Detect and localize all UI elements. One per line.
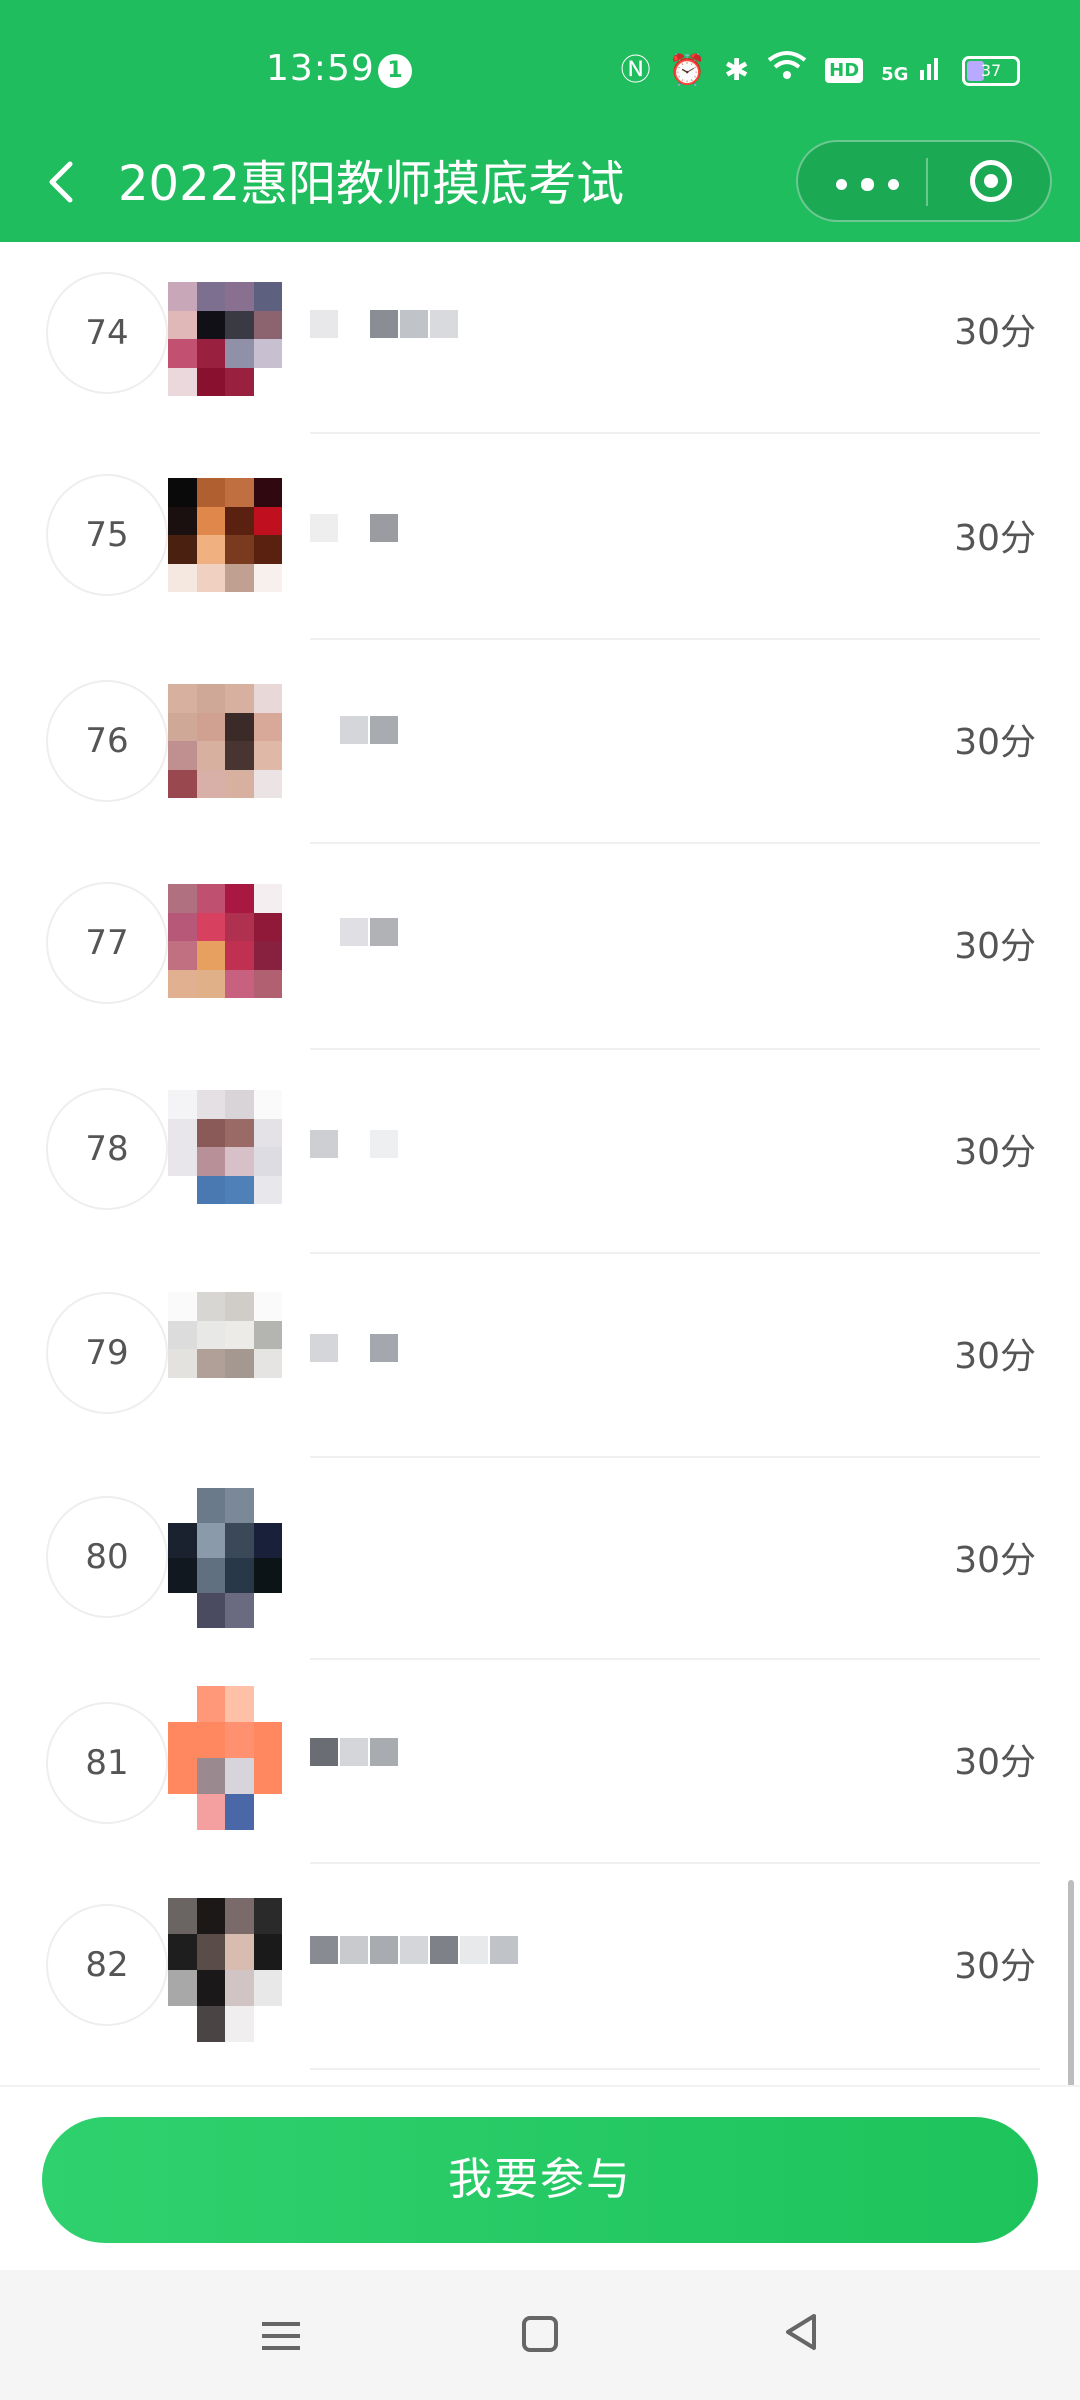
hd-badge: HD	[825, 58, 864, 83]
avatar	[168, 1292, 282, 1406]
score-label: 30分	[954, 1742, 1036, 1783]
rank-circle: 82	[46, 1904, 168, 2026]
notification-badge: 1	[378, 54, 412, 88]
status-time: 13:59	[266, 48, 375, 89]
battery-icon: 37	[962, 55, 1020, 86]
list-item: 79 30分	[0, 1262, 1080, 1466]
home-icon[interactable]	[522, 2316, 558, 2352]
blurred-name	[310, 1936, 530, 1966]
scrollbar[interactable]	[1068, 1880, 1074, 2090]
chevron-left-icon[interactable]	[40, 152, 80, 226]
list-item: 75 30分	[0, 446, 1080, 650]
score-label: 30分	[954, 1336, 1036, 1377]
avatar	[168, 684, 282, 798]
more-dots-icon[interactable]	[836, 152, 926, 212]
list-item: 77 30分	[0, 854, 1080, 1058]
blurred-name	[310, 1334, 530, 1364]
bottom-bar: 我要参与	[0, 2085, 1080, 2272]
list-item: 81 30分	[0, 1670, 1080, 1874]
rank-circle: 79	[46, 1292, 168, 1414]
rank-circle: 75	[46, 474, 168, 596]
wifi-icon	[767, 50, 807, 91]
avatar	[168, 1090, 282, 1204]
status-bar: 13:59 1 Ⓝ ⏰ ✱ HD 5G 37	[0, 0, 1080, 140]
blurred-name	[310, 310, 530, 340]
score-label: 30分	[954, 926, 1036, 967]
score-label: 30分	[954, 312, 1036, 353]
avatar	[168, 478, 282, 592]
status-icons: Ⓝ ⏰ ✱ HD 5G 37	[621, 50, 1020, 91]
join-button[interactable]: 我要参与	[42, 2117, 1038, 2243]
system-nav-bar	[0, 2270, 1080, 2400]
back-triangle-icon[interactable]	[780, 2310, 830, 2360]
nfc-icon: Ⓝ	[620, 52, 651, 88]
alarm-icon: ⏰	[668, 52, 706, 88]
score-label: 30分	[954, 1132, 1036, 1173]
page-title: 2022惠阳教师摸底考试	[118, 156, 625, 212]
avatar	[168, 884, 282, 998]
rank-circle: 81	[46, 1702, 168, 1824]
score-label: 30分	[954, 518, 1036, 559]
blurred-name	[310, 716, 530, 746]
score-label: 30分	[954, 1540, 1036, 1581]
target-circle-icon[interactable]	[970, 160, 1012, 202]
list-item: 76 30分	[0, 650, 1080, 854]
blurred-name	[310, 514, 530, 544]
score-label: 30分	[954, 1946, 1036, 1987]
bluetooth-icon: ✱	[723, 52, 750, 88]
battery-percent: 37	[980, 60, 1002, 80]
list-item: 78 30分	[0, 1058, 1080, 1262]
rank-circle: 78	[46, 1088, 168, 1210]
signal-icon: 5G	[881, 51, 944, 91]
avatar	[168, 1898, 282, 2042]
mini-program-capsule	[796, 140, 1052, 222]
rank-circle: 80	[46, 1496, 168, 1618]
app-header: 13:59 1 Ⓝ ⏰ ✱ HD 5G 37 2022惠阳教师摸底考试	[0, 0, 1080, 242]
nav-bar: 2022惠阳教师摸底考试	[0, 140, 1080, 242]
blurred-name	[310, 1738, 530, 1768]
rank-circle: 76	[46, 680, 168, 802]
menu-icon[interactable]	[256, 2310, 306, 2360]
list-item: 82 30分	[0, 1874, 1080, 2078]
score-label: 30分	[954, 722, 1036, 763]
blurred-name	[310, 1130, 530, 1160]
list-item: 80 30分	[0, 1466, 1080, 1670]
rank-circle: 74	[46, 272, 168, 394]
avatar	[168, 1488, 282, 1628]
blurred-name	[310, 918, 530, 948]
network-label: 5G	[881, 63, 909, 85]
avatar	[168, 282, 282, 396]
rank-circle: 77	[46, 882, 168, 1004]
list-item: 74 30分	[0, 242, 1080, 446]
avatar	[168, 1686, 282, 1830]
